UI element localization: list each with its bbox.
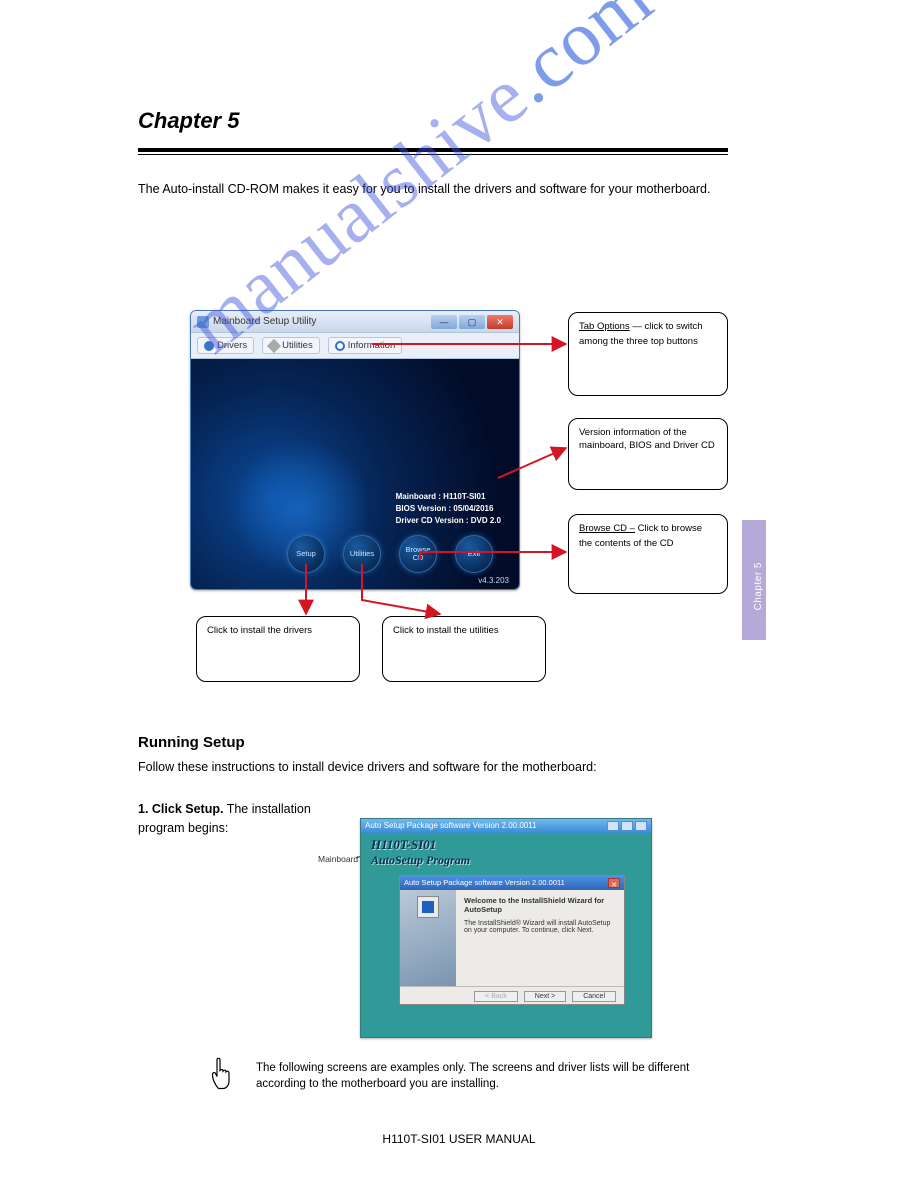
exit-button[interactable]: Exit (455, 535, 493, 573)
dialog-titlebar: Auto Setup Package software Version 2.00… (400, 876, 624, 890)
callout-browse-cd: Browse CD – Click to browse the contents… (568, 514, 728, 594)
chapter-title: Chapter 5 (138, 108, 239, 134)
footer: H110T-SI01 USER MANUAL (0, 1132, 918, 1146)
installshield-dialog: Auto Setup Package software Version 2.00… (399, 875, 625, 1005)
wm-b: .com (490, 0, 668, 120)
tab-utilities[interactable]: Utilities (262, 337, 320, 354)
info-mainboard: Mainboard : H110T-SI01 (396, 491, 501, 503)
callout-install-utilities: Click to install the utilities (382, 616, 546, 682)
tab-utilities-label: Utilities (282, 340, 313, 351)
brand-program: AutoSetup Program (371, 853, 641, 867)
window-body: Mainboard : H110T-SI01 BIOS Version : 05… (191, 359, 519, 590)
tab-information-label: Information (348, 340, 396, 351)
info-icon (335, 341, 345, 351)
window-title: Mainboard Setup Utility (213, 316, 316, 327)
dialog-button-row: < Back Next > Cancel (400, 986, 624, 1006)
dialog-content: Welcome to the InstallShield Wizard for … (400, 890, 624, 986)
minimize-icon[interactable] (607, 821, 619, 831)
tab-strip: Drivers Utilities Information (191, 333, 519, 359)
app-version: v4.3.203 (478, 576, 509, 585)
drivers-icon (204, 341, 214, 351)
next-button[interactable]: Next > (524, 991, 566, 1002)
autosetup-title: Auto Setup Package software Version 2.00… (365, 819, 537, 833)
dialog-heading: Welcome to the InstallShield Wizard for … (464, 896, 616, 914)
maximize-icon[interactable] (621, 821, 633, 831)
dialog-sidebar (400, 890, 456, 986)
rule-thin (138, 154, 728, 155)
callout-version-info: Version information of the mainboard, BI… (568, 418, 728, 490)
autosetup-titlebar: Auto Setup Package software Version 2.00… (361, 819, 651, 833)
running-setup-heading: Running Setup (138, 734, 245, 751)
brand-model: H110T-SI01 (371, 837, 436, 852)
running-setup-intro: Follow these instructions to install dev… (138, 758, 728, 777)
installer-icon (417, 896, 439, 918)
window-titlebar: Mainboard Setup Utility — ▢ ✕ (191, 311, 519, 333)
setup-button[interactable]: Setup (287, 535, 325, 573)
app-icon (197, 316, 209, 328)
info-bios: BIOS Version : 05/04/2016 (396, 503, 501, 515)
tab-drivers[interactable]: Drivers (197, 337, 254, 354)
pointing-hand-icon (208, 1054, 238, 1090)
dialog-close-icon[interactable]: ✕ (608, 878, 620, 888)
callout-body: Click to install the drivers (207, 625, 312, 636)
utilities-icon (267, 338, 281, 352)
minimize-button[interactable]: — (431, 315, 457, 329)
dialog-body: The InstallShield® Wizard will install A… (464, 920, 616, 934)
side-tab-label: Chapter 5 (753, 562, 764, 610)
callout-body: Click to install the utilities (393, 625, 499, 636)
close-icon[interactable] (635, 821, 647, 831)
tab-drivers-label: Drivers (217, 340, 247, 351)
cancel-button[interactable]: Cancel (572, 991, 616, 1002)
autosetup-window: Auto Setup Package software Version 2.00… (360, 818, 652, 1038)
maximize-button[interactable]: ▢ (459, 315, 485, 329)
callout-body: Version information of the mainboard, BI… (579, 427, 715, 451)
running-setup-step: 1. Click Setup. The installation program… (138, 800, 348, 838)
close-button[interactable]: ✕ (487, 315, 513, 329)
dialog-main: Welcome to the InstallShield Wizard for … (456, 890, 624, 986)
page: Chapter 5 The Auto-install CD-ROM makes … (0, 0, 918, 1188)
browse-cd-button[interactable]: Browse CD (399, 535, 437, 573)
back-button: < Back (474, 991, 518, 1002)
callout-heading: Tab Options (579, 321, 630, 334)
rule-thick (138, 148, 728, 152)
system-info: Mainboard : H110T-SI01 BIOS Version : 05… (396, 491, 501, 527)
tab-information[interactable]: Information (328, 337, 403, 354)
callout-tab-options: Tab Options — click to switch among the … (568, 312, 728, 396)
round-button-row: Setup Utilities Browse CD Exit (287, 535, 493, 573)
utilities-button[interactable]: Utilities (343, 535, 381, 573)
callout-install-drivers: Click to install the drivers (196, 616, 360, 682)
autosetup-brand: H110T-SI01 AutoSetup Program (361, 833, 651, 869)
dialog-title: Auto Setup Package software Version 2.00… (404, 876, 565, 890)
mainboard-setup-window: Mainboard Setup Utility — ▢ ✕ Drivers Ut… (190, 310, 520, 590)
note-text: The following screens are examples only.… (256, 1060, 726, 1092)
step-1: 1. Click Setup. (138, 802, 223, 816)
info-cdver: Driver CD Version : DVD 2.0 (396, 515, 501, 527)
intro-paragraph: The Auto-install CD-ROM makes it easy fo… (138, 180, 728, 199)
chapter-header: Chapter 5 (138, 108, 728, 134)
callout-heading: Browse CD – (579, 523, 635, 536)
